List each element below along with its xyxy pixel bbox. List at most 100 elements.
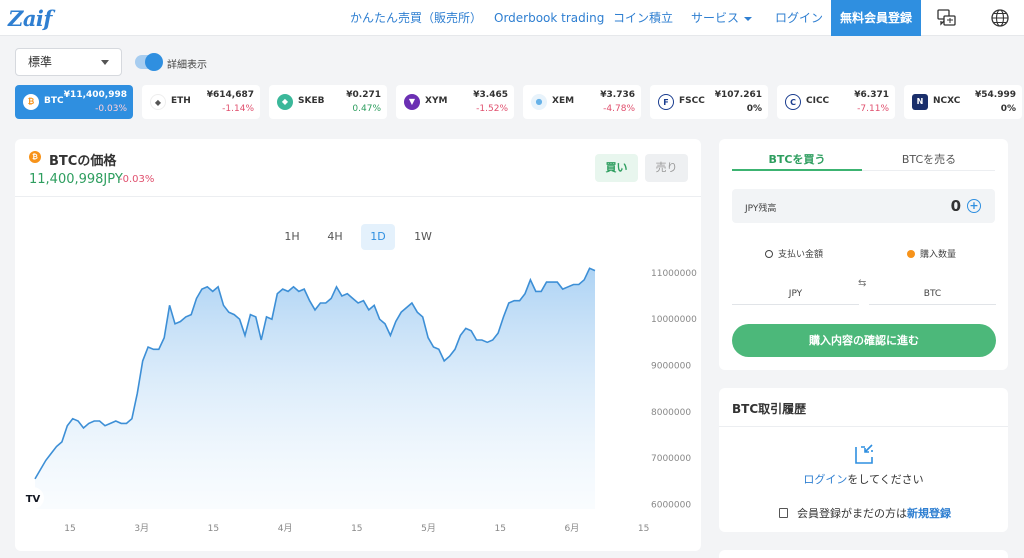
to-currency-field[interactable]: BTC bbox=[869, 283, 996, 305]
mode-pay-label: 支払い金額 bbox=[778, 250, 824, 260]
ticker-price: ¥3.465 bbox=[473, 90, 508, 100]
ticker-change: 0.47% bbox=[352, 104, 381, 114]
ticker-change: -1.14% bbox=[222, 104, 254, 114]
ticker-price: ¥3.736 bbox=[600, 90, 635, 100]
history-register-prompt: 会員登録がまだの方は新規登録 bbox=[779, 505, 951, 521]
tradingview-watermark[interactable]: TV bbox=[22, 487, 44, 509]
price-chart-panel: ₿ BTCの価格 11,400,998JPY -0.03% 買い 売り 1H 4… bbox=[15, 139, 701, 551]
history-divider bbox=[719, 426, 1008, 427]
signup-button[interactable]: 無料会員登録 bbox=[831, 0, 921, 36]
btc-coin-icon: ₿ bbox=[29, 151, 41, 163]
x-tick-label: 15 bbox=[638, 524, 649, 534]
swap-icon[interactable]: ⇆ bbox=[858, 278, 866, 289]
x-tick-label: 15 bbox=[208, 524, 219, 534]
ticker-price: ¥11,400,998 bbox=[63, 90, 127, 100]
fscc-coin-icon: F bbox=[658, 94, 674, 110]
jpy-balance-box: JPY残高 0 + bbox=[732, 189, 995, 223]
detail-toggle-label: 詳細表示 bbox=[167, 60, 207, 71]
active-tab-indicator bbox=[732, 169, 862, 171]
timeframe-1d[interactable]: 1D bbox=[361, 224, 395, 250]
view-mode-select[interactable]: 標準 bbox=[15, 48, 122, 76]
timeframe-1h[interactable]: 1H bbox=[275, 224, 309, 250]
balance-label: JPY残高 bbox=[745, 204, 777, 214]
ticker-symbol: ETH bbox=[171, 96, 191, 106]
y-tick-label: 7000000 bbox=[651, 454, 691, 464]
history-login-link[interactable]: ログイン bbox=[803, 473, 847, 486]
ticker-change: 0% bbox=[1000, 104, 1016, 114]
x-tick-label: 15 bbox=[351, 524, 362, 534]
cicc-coin-icon: C bbox=[785, 94, 801, 110]
ticker-price: ¥6.371 bbox=[854, 90, 889, 100]
ticker-price: ¥54.999 bbox=[975, 90, 1016, 100]
history-login-prompt: ログインをしてください bbox=[719, 471, 1008, 487]
x-tick-label: 15 bbox=[494, 524, 505, 534]
tab-sell-btc[interactable]: BTCを売る bbox=[864, 151, 994, 167]
ticker-btc[interactable]: ₿ BTC ¥11,400,998 -0.03% bbox=[15, 85, 133, 119]
balance-value: 0 bbox=[950, 197, 961, 215]
mode-pay-amount[interactable]: 支払い金額 bbox=[765, 247, 823, 260]
nav-coin-accumulation[interactable]: コイン積立 bbox=[613, 0, 673, 36]
history-register-text: 会員登録がまだの方は bbox=[797, 507, 907, 520]
price-area-chart[interactable]: 6000000 7000000 8000000 9000000 10000000 1100… bbox=[15, 259, 701, 549]
nav-services-menu[interactable]: サービス bbox=[691, 0, 753, 36]
ticker-eth[interactable]: ◆ ETH ¥614,687 -1.14% bbox=[142, 85, 260, 119]
chevron-down-icon bbox=[744, 16, 753, 21]
from-currency-field[interactable]: JPY bbox=[732, 283, 859, 305]
timeframe-1w[interactable]: 1W bbox=[406, 224, 440, 250]
y-tick-label: 9000000 bbox=[651, 362, 691, 372]
chat-translate-icon[interactable] bbox=[937, 8, 957, 28]
ticker-change: -0.03% bbox=[95, 104, 127, 114]
ticker-change: 0% bbox=[746, 104, 762, 114]
ticker-fscc[interactable]: F FSCC ¥107.261 0% bbox=[650, 85, 768, 119]
ticker-ncxc[interactable]: N NCXC ¥54.999 0% bbox=[904, 85, 1022, 119]
y-tick-label: 8000000 bbox=[651, 408, 691, 418]
add-funds-icon[interactable]: + bbox=[967, 199, 981, 213]
x-tick-label: 15 bbox=[64, 524, 75, 534]
ticker-price: ¥614,687 bbox=[206, 90, 254, 100]
ticker-symbol: CICC bbox=[806, 96, 830, 106]
y-tick-label: 10000000 bbox=[651, 315, 697, 325]
nav-easy-trade[interactable]: かんたん売買（販売所） bbox=[350, 0, 482, 36]
trade-panel: BTCを買う BTCを売る JPY残高 0 + 支払い金額 購入数量 ⇆ JPY… bbox=[719, 139, 1008, 370]
login-icon bbox=[855, 444, 873, 464]
current-price: 11,400,998JPY bbox=[29, 172, 123, 187]
buy-tab[interactable]: 買い bbox=[595, 154, 638, 182]
price-change: -0.03% bbox=[119, 174, 155, 185]
ticker-symbol: XEM bbox=[552, 96, 575, 106]
zaif-logo[interactable]: Zaif bbox=[8, 6, 52, 31]
ticker-symbol: FSCC bbox=[679, 96, 705, 106]
skeb-coin-icon: ◆ bbox=[277, 94, 293, 110]
confirm-purchase-button[interactable]: 購入内容の確認に進む bbox=[732, 324, 996, 357]
detail-toggle[interactable] bbox=[135, 53, 163, 71]
nav-orderbook-trading[interactable]: Orderbook trading bbox=[494, 0, 604, 36]
history-register-link[interactable]: 新規登録 bbox=[907, 507, 951, 520]
globe-icon[interactable] bbox=[990, 8, 1010, 28]
ticker-change: -4.78% bbox=[603, 104, 635, 114]
nav-services-label: サービス bbox=[691, 11, 740, 25]
next-panel bbox=[719, 550, 1008, 558]
ticker-xem[interactable]: ● XEM ¥3.736 -4.78% bbox=[523, 85, 641, 119]
history-login-text: をしてください bbox=[847, 473, 924, 486]
tab-buy-btc[interactable]: BTCを買う bbox=[732, 151, 862, 167]
radio-icon bbox=[765, 250, 773, 258]
ticker-change: -1.52% bbox=[476, 104, 508, 114]
x-tick-label: 4月 bbox=[278, 523, 293, 534]
ticker-symbol: SKEB bbox=[298, 96, 325, 106]
x-tick-label: 3月 bbox=[134, 523, 149, 534]
ticker-price: ¥0.271 bbox=[346, 90, 381, 100]
trade-history-panel: BTC取引履歴 ログインをしてください 会員登録がまだの方は新規登録 bbox=[719, 388, 1008, 532]
price-area-fill bbox=[35, 268, 595, 509]
sell-tab[interactable]: 売り bbox=[645, 154, 688, 182]
x-tick-label: 6月 bbox=[565, 523, 580, 534]
tradingview-logo-text: TV bbox=[26, 494, 41, 505]
timeframe-4h[interactable]: 4H bbox=[318, 224, 352, 250]
ticker-xym[interactable]: ▼ XYM ¥3.465 -1.52% bbox=[396, 85, 514, 119]
ticker-cicc[interactable]: C CICC ¥6.371 -7.11% bbox=[777, 85, 895, 119]
ticker-symbol: BTC bbox=[44, 96, 64, 106]
top-header: Zaif かんたん売買（販売所） Orderbook trading コイン積立… bbox=[0, 0, 1024, 36]
view-mode-value: 標準 bbox=[28, 55, 53, 69]
document-icon bbox=[779, 508, 788, 518]
ticker-skeb[interactable]: ◆ SKEB ¥0.271 0.47% bbox=[269, 85, 387, 119]
mode-quantity[interactable]: 購入数量 bbox=[907, 247, 956, 260]
nav-login[interactable]: ログイン bbox=[775, 0, 823, 36]
